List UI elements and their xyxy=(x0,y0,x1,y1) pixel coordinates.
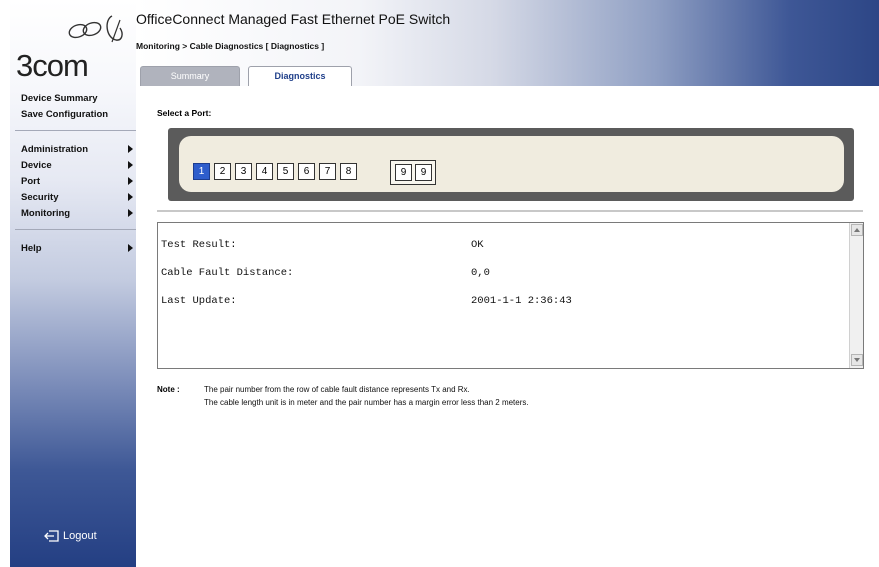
logout-icon xyxy=(44,530,59,542)
combo-port-group: 9 9 xyxy=(390,160,436,185)
chevron-right-icon xyxy=(128,193,133,201)
port-7-button[interactable]: 7 xyxy=(319,163,336,180)
port-3-button[interactable]: 3 xyxy=(235,163,252,180)
sidebar-item-label: Port xyxy=(21,176,40,187)
chevron-right-icon xyxy=(128,145,133,153)
sidebar-item-security[interactable]: Security xyxy=(21,192,133,203)
sidebar-item-label: Administration xyxy=(21,144,89,155)
port-panel: 1 2 3 4 5 6 7 8 9 9 xyxy=(168,128,854,201)
port-5-button[interactable]: 5 xyxy=(277,163,294,180)
chevron-right-icon xyxy=(128,244,133,252)
result-scrollbar[interactable] xyxy=(849,223,863,368)
fault-distance-label: Cable Fault Distance: xyxy=(161,267,294,279)
logout-button[interactable]: Logout xyxy=(44,530,97,542)
sidebar-item-device[interactable]: Device xyxy=(21,160,133,171)
save-configuration-link[interactable]: Save Configuration xyxy=(21,109,108,120)
chevron-right-icon xyxy=(128,161,133,169)
test-result-value: OK xyxy=(471,239,484,251)
arrow-down-icon xyxy=(854,358,860,362)
port-4-button[interactable]: 4 xyxy=(256,163,273,180)
scroll-up-button[interactable] xyxy=(851,224,863,236)
sidebar-divider xyxy=(15,229,136,230)
sidebar-item-label: Monitoring xyxy=(21,208,71,219)
breadcrumb: Monitoring > Cable Diagnostics [ Diagnos… xyxy=(136,41,325,51)
port-1-button[interactable]: 1 xyxy=(193,163,210,180)
sidebar-item-administration[interactable]: Administration xyxy=(21,144,133,155)
logout-label: Logout xyxy=(63,530,97,542)
sidebar-item-label: Help xyxy=(21,243,42,254)
header: OfficeConnect Managed Fast Ethernet PoE … xyxy=(136,0,879,86)
note-line: The pair number from the row of cable fa… xyxy=(204,385,470,394)
page-title: OfficeConnect Managed Fast Ethernet PoE … xyxy=(136,11,451,27)
tab-summary[interactable]: Summary xyxy=(140,66,240,86)
chevron-right-icon xyxy=(128,177,133,185)
test-result-label: Test Result: xyxy=(161,239,237,251)
last-update-value: 2001-1-1 2:36:43 xyxy=(471,295,572,307)
last-update-label: Last Update: xyxy=(161,295,237,307)
port-9-sfp-button[interactable]: 9 xyxy=(415,164,432,181)
divider xyxy=(157,210,863,212)
sidebar: 3com Device Summary Save Configuration A… xyxy=(10,0,136,567)
logo-mark-icon xyxy=(68,15,123,43)
port-8-button[interactable]: 8 xyxy=(340,163,357,180)
port-6-button[interactable]: 6 xyxy=(298,163,315,180)
port-2-button[interactable]: 2 xyxy=(214,163,231,180)
port-9-copper-button[interactable]: 9 xyxy=(395,164,412,181)
port-panel-face: 1 2 3 4 5 6 7 8 9 9 xyxy=(179,136,844,192)
3com-logo: 3com xyxy=(12,10,132,83)
chevron-right-icon xyxy=(128,209,133,217)
sidebar-item-label: Device xyxy=(21,160,52,171)
note-label: Note : xyxy=(157,385,180,394)
diagnostics-result-box: Test Result: OK Cable Fault Distance: 0,… xyxy=(157,222,864,369)
scroll-down-button[interactable] xyxy=(851,354,863,366)
logo-text: 3com xyxy=(16,48,89,83)
select-port-label: Select a Port: xyxy=(157,108,212,118)
fault-distance-value: 0,0 xyxy=(471,267,490,279)
device-summary-link[interactable]: Device Summary xyxy=(21,93,98,104)
tab-diagnostics[interactable]: Diagnostics xyxy=(248,66,352,86)
sidebar-item-port[interactable]: Port xyxy=(21,176,133,187)
sidebar-item-help[interactable]: Help xyxy=(21,243,133,254)
arrow-up-icon xyxy=(854,228,860,232)
note-line: The cable length unit is in meter and th… xyxy=(204,398,529,407)
sidebar-divider xyxy=(15,130,136,131)
sidebar-item-monitoring[interactable]: Monitoring xyxy=(21,208,133,219)
sidebar-item-label: Security xyxy=(21,192,59,203)
